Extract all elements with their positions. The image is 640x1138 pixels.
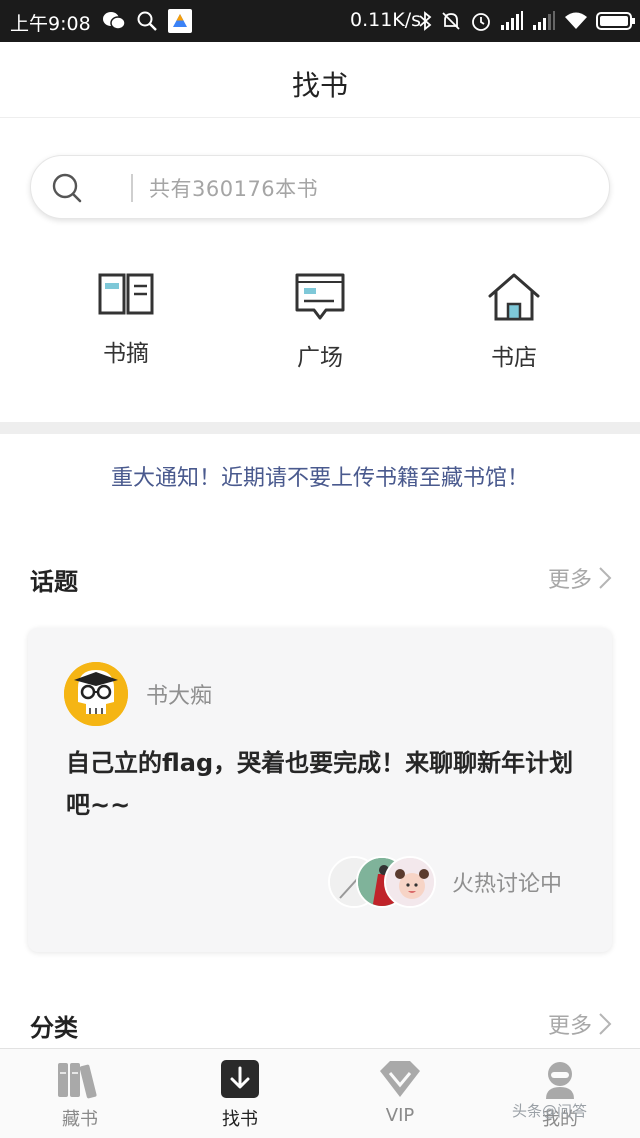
topic-card[interactable]: 书大痴 自己立的flag，哭着也要完成！来聊聊新年计划吧~~ 火热讨论中 xyxy=(28,628,612,952)
search-bar[interactable]: 共有360176本书 xyxy=(30,155,610,219)
status-time: 上午9:08 xyxy=(10,13,91,35)
nav-item-find-books[interactable]: 找书 xyxy=(180,1059,300,1131)
topics-title: 话题 xyxy=(30,568,78,596)
bookshelf-icon xyxy=(58,1063,97,1099)
page-title: 找书 xyxy=(291,69,348,102)
wifi-icon xyxy=(565,12,587,29)
topic-text[interactable]: 自己立的flag，哭着也要完成！来聊聊新年计划吧~~ xyxy=(66,742,576,826)
entry-label: 广场 xyxy=(297,345,343,371)
battery-icon xyxy=(596,12,635,30)
app-icon xyxy=(168,9,192,33)
entry-excerpts[interactable]: 书摘 xyxy=(56,272,196,382)
search-divider xyxy=(131,174,133,202)
chat-bubble-icon xyxy=(295,273,345,320)
entry-square[interactable]: 广场 xyxy=(250,272,390,382)
book-open-icon xyxy=(98,273,154,315)
author-name[interactable]: 书大痴 xyxy=(146,678,212,710)
entry-label: 书摘 xyxy=(103,341,149,367)
network-speed: 0.11K/s xyxy=(350,9,422,31)
signal-icon xyxy=(533,11,555,30)
bottom-nav: 藏书 找书 VIP 我的 xyxy=(0,1048,640,1138)
section-divider xyxy=(0,422,640,434)
more-label: 更多 xyxy=(547,568,592,593)
avatar xyxy=(384,856,436,908)
skull-avatar-icon xyxy=(64,662,128,726)
bluetooth-icon xyxy=(419,11,432,31)
signal-icon xyxy=(501,11,523,30)
entry-label: 书店 xyxy=(491,345,537,371)
categories-more-link[interactable]: 更多 xyxy=(548,1008,612,1040)
nav-label: 找书 xyxy=(222,1109,258,1130)
nav-item-vip[interactable]: VIP xyxy=(340,1059,460,1126)
search-icon xyxy=(52,173,82,203)
mute-icon xyxy=(442,12,460,30)
alarm-icon xyxy=(472,13,490,31)
wechat-icon xyxy=(103,12,126,30)
topics-more-link[interactable]: 更多 xyxy=(548,562,612,594)
nav-item-bookshelf[interactable]: 藏书 xyxy=(20,1059,140,1131)
app-header: 找书 xyxy=(0,42,640,118)
participant-avatars xyxy=(328,856,438,910)
search-placeholder: 共有360176本书 xyxy=(149,177,319,201)
categories-title: 分类 xyxy=(30,1014,78,1042)
nav-label: 藏书 xyxy=(62,1109,98,1130)
profile-icon xyxy=(546,1062,574,1099)
chevron-right-icon xyxy=(599,567,612,589)
status-bar: 上午9:08 0.11K/s xyxy=(0,0,640,42)
notice-link[interactable]: 重大通知！近期请不要上传书籍至藏书馆！ xyxy=(0,460,640,492)
nav-label: VIP xyxy=(385,1105,415,1126)
more-label: 更多 xyxy=(547,1014,592,1039)
download-book-icon xyxy=(221,1060,259,1098)
house-icon xyxy=(488,273,540,321)
chevron-right-icon xyxy=(599,1013,612,1035)
watermark: 头条@问答 xyxy=(512,1102,588,1120)
search-icon xyxy=(137,11,157,31)
entry-bookstore[interactable]: 书店 xyxy=(444,272,584,382)
discussion-status: 火热讨论中 xyxy=(452,872,563,897)
diamond-icon xyxy=(380,1061,420,1097)
avatar[interactable] xyxy=(64,662,128,726)
